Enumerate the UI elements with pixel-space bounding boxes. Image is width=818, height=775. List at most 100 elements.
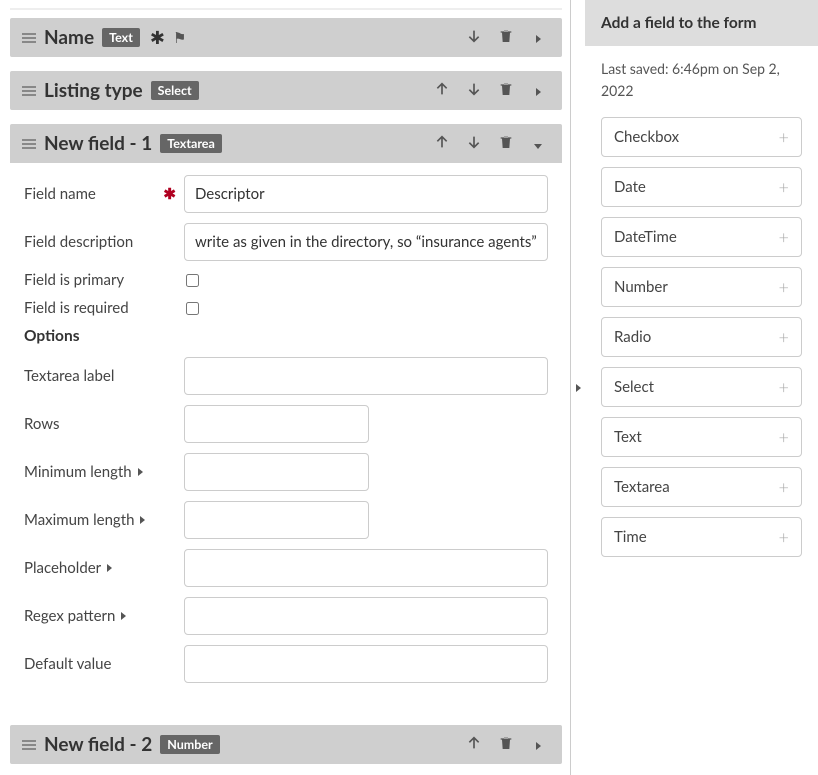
drag-handle-icon[interactable] <box>22 139 36 149</box>
drag-handle-icon[interactable] <box>22 33 36 43</box>
row-min-length: Minimum length <box>24 453 548 491</box>
row-field-name: Field name ✱ <box>24 175 548 213</box>
field-type-label: Radio <box>614 328 651 346</box>
field-description-input[interactable] <box>184 223 548 261</box>
row-placeholder: Placeholder <box>24 549 548 587</box>
row-field-description: Field description <box>24 223 548 261</box>
label-field-required: Field is required <box>24 299 184 317</box>
move-up-button[interactable] <box>430 81 454 101</box>
row-field-primary: Field is primary <box>24 271 548 289</box>
field-type-label: Time <box>614 528 647 546</box>
last-saved-text: Last saved: 6:46pm on Sep 2, 2022 <box>601 58 802 103</box>
plus-icon: + <box>779 178 789 196</box>
field-type-badge: Text <box>102 28 140 47</box>
plus-icon: + <box>779 428 789 446</box>
label-field-name: Field name ✱ <box>24 185 184 203</box>
move-up-button[interactable] <box>462 735 486 755</box>
min-length-input[interactable] <box>184 453 369 491</box>
chevron-right-icon <box>140 516 145 524</box>
field-title: New field - 2 <box>44 733 152 756</box>
plus-icon: + <box>779 328 789 346</box>
label-placeholder: Placeholder <box>24 559 184 577</box>
field-type-radio[interactable]: Radio + <box>601 317 802 357</box>
plus-icon: + <box>779 228 789 246</box>
field-type-badge: Number <box>160 735 219 754</box>
sidebar-title: Add a field to the form <box>585 0 818 46</box>
field-type-date[interactable]: Date + <box>601 167 802 207</box>
field-type-time[interactable]: Time + <box>601 517 802 557</box>
field-title: Listing type <box>44 79 143 102</box>
flag-icon: ⚑ <box>173 29 186 47</box>
field-card-header[interactable]: Name Text ✱ ⚑ <box>10 18 562 57</box>
label-rows: Rows <box>24 415 184 433</box>
row-textarea-label: Textarea label <box>24 357 548 395</box>
field-type-label: DateTime <box>614 228 677 246</box>
plus-icon: + <box>779 478 789 496</box>
regex-input[interactable] <box>184 597 548 635</box>
drag-handle-icon[interactable] <box>22 740 36 750</box>
plus-icon: + <box>779 278 789 296</box>
field-card: New field - 2 Number <box>10 725 562 764</box>
field-card: Name Text ✱ ⚑ <box>10 18 562 57</box>
label-field-description: Field description <box>24 233 184 251</box>
expand-button[interactable] <box>526 28 550 47</box>
rows-input[interactable] <box>184 405 369 443</box>
field-type-label: Select <box>614 378 654 396</box>
delete-button[interactable] <box>494 134 518 154</box>
field-card-expanded: New field - 1 Textarea Field name ✱ <box>10 124 562 711</box>
label-min-length: Minimum length <box>24 463 184 481</box>
row-max-length: Maximum length <box>24 501 548 539</box>
field-card-body: Field name ✱ Field description Field is … <box>10 163 562 711</box>
plus-icon: + <box>779 378 789 396</box>
form-fields-panel: Name Text ✱ ⚑ Listing type Select <box>0 0 571 775</box>
expand-button[interactable] <box>526 81 550 100</box>
delete-button[interactable] <box>494 81 518 101</box>
required-icon: ✱ <box>150 26 165 49</box>
field-required-checkbox[interactable] <box>186 302 199 315</box>
label-max-length: Maximum length <box>24 511 184 529</box>
delete-button[interactable] <box>494 735 518 755</box>
field-type-label: Date <box>614 178 646 196</box>
move-down-button[interactable] <box>462 28 486 48</box>
field-type-checkbox[interactable]: Checkbox+ <box>601 117 802 157</box>
field-type-text[interactable]: Text + <box>601 417 802 457</box>
field-type-label: Text <box>614 428 642 446</box>
chevron-right-icon <box>138 468 143 476</box>
sidebar-body: Last saved: 6:46pm on Sep 2, 2022 Checkb… <box>585 46 818 579</box>
field-type-textarea[interactable]: Textarea + <box>601 467 802 507</box>
field-type-list: Checkbox+ Date + DateTime + Number + Radio +… <box>601 117 802 557</box>
field-card-header[interactable]: New field - 2 Number <box>10 725 562 764</box>
expand-button[interactable] <box>526 735 550 754</box>
default-value-input[interactable] <box>184 645 548 683</box>
textarea-label-input[interactable] <box>184 357 548 395</box>
field-name-input[interactable] <box>184 175 548 213</box>
plus-icon: + <box>779 528 789 546</box>
sidebar-toggle[interactable] <box>571 0 585 775</box>
field-type-select[interactable]: Select + <box>601 367 802 407</box>
field-type-number[interactable]: Number + <box>601 267 802 307</box>
top-divider <box>10 8 562 10</box>
field-type-datetime[interactable]: DateTime + <box>601 217 802 257</box>
move-down-button[interactable] <box>462 134 486 154</box>
label-default: Default value <box>24 655 184 673</box>
field-type-label: Number <box>614 278 668 296</box>
field-type-label: Textarea <box>614 478 670 496</box>
field-title: Name <box>44 26 94 49</box>
placeholder-input[interactable] <box>184 549 548 587</box>
chevron-right-icon <box>121 612 126 620</box>
row-regex: Regex pattern <box>24 597 548 635</box>
field-card-header[interactable]: New field - 1 Textarea <box>10 124 562 163</box>
field-primary-checkbox[interactable] <box>186 274 199 287</box>
row-default: Default value <box>24 645 548 683</box>
collapse-button[interactable] <box>526 134 550 153</box>
row-rows: Rows <box>24 405 548 443</box>
max-length-input[interactable] <box>184 501 369 539</box>
delete-button[interactable] <box>494 28 518 48</box>
row-field-required: Field is required <box>24 299 548 317</box>
move-down-button[interactable] <box>462 81 486 101</box>
field-card: Listing type Select <box>10 71 562 110</box>
drag-handle-icon[interactable] <box>22 86 36 96</box>
chevron-right-icon <box>107 564 112 572</box>
move-up-button[interactable] <box>430 134 454 154</box>
field-card-header[interactable]: Listing type Select <box>10 71 562 110</box>
